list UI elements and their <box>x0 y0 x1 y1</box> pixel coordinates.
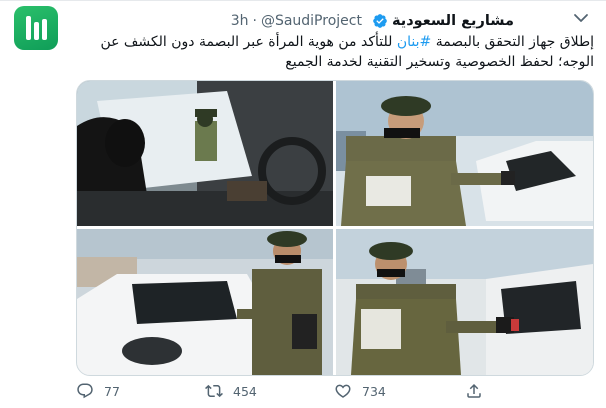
retweet-button[interactable]: 454 <box>205 380 257 402</box>
photo-officer-device-car[interactable] <box>336 81 593 226</box>
hashtag-link[interactable]: #بنان <box>397 34 431 50</box>
like-button[interactable]: 734 <box>334 380 386 402</box>
author-name[interactable]: مشاريع السعودية <box>392 13 514 29</box>
author-avatar[interactable] <box>14 6 58 50</box>
author-handle[interactable]: @SaudiProject <box>261 13 362 29</box>
reply-count: 77 <box>104 383 120 399</box>
saudi-project-logo-icon <box>26 16 47 40</box>
photo-officer-at-window[interactable] <box>77 81 333 226</box>
reply-button[interactable]: 77 <box>76 380 120 402</box>
header-separator: · <box>252 13 257 29</box>
tweet-text: إطلاق جهاز التحقق بالبصمة #بنان للتأكد م… <box>76 32 594 72</box>
tweet-text-start: إطلاق جهاز التحقق بالبصمة <box>431 34 594 50</box>
media-grid <box>76 80 594 376</box>
share-icon <box>467 383 481 398</box>
more-options-button[interactable] <box>566 8 596 28</box>
photo-officer-scanner[interactable] <box>336 229 593 375</box>
like-count: 734 <box>362 383 386 399</box>
tweet-actions: 77 454 734 <box>76 380 596 402</box>
tweet-time[interactable]: 3h <box>231 13 249 29</box>
top-divider <box>0 0 606 1</box>
more-options-chevron-icon <box>574 14 588 22</box>
retweet-arrows-icon <box>205 384 223 398</box>
tweet-header: مشاريع السعودية @SaudiProject · 3h <box>231 10 514 32</box>
verified-badge-icon <box>372 13 388 29</box>
photo-officer-white-suv[interactable] <box>77 229 333 375</box>
retweet-count: 454 <box>233 383 257 399</box>
reply-bubble-icon <box>77 383 93 399</box>
share-button[interactable] <box>465 380 493 402</box>
heart-icon <box>335 384 351 398</box>
